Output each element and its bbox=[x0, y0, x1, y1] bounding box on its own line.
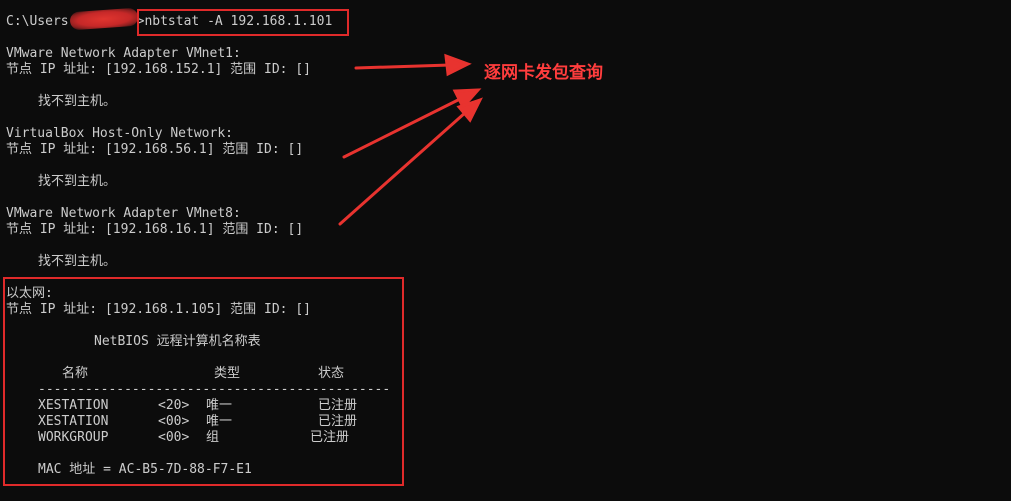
arrow-line-2 bbox=[342, 96, 464, 159]
arrow-line-1 bbox=[354, 63, 452, 70]
arrow-head-1 bbox=[444, 53, 472, 77]
annotation-arrows bbox=[338, 53, 483, 226]
